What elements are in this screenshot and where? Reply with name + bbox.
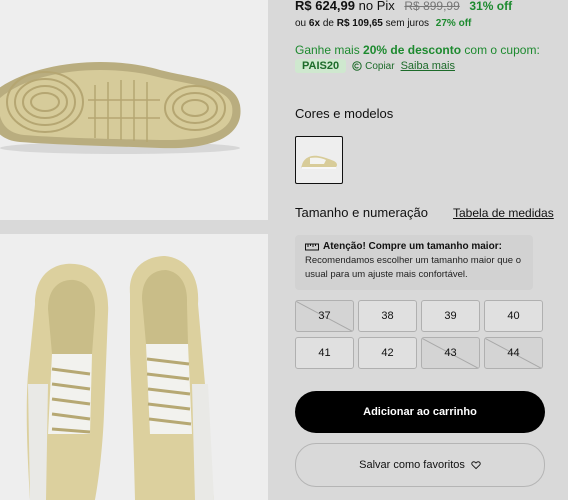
old-price: R$ 899,99 — [404, 0, 460, 13]
size-label: 44 — [507, 347, 520, 359]
size-label: 38 — [381, 310, 394, 322]
size-label: 43 — [444, 347, 457, 359]
size-option-38[interactable]: 38 — [358, 300, 417, 332]
installments-prefix: ou — [295, 18, 307, 29]
size-label: 39 — [444, 310, 457, 322]
installments-count: 6x — [308, 18, 321, 29]
notice-body: Recomendamos escolher um tamanho maior q… — [305, 254, 527, 282]
current-price: R$ 624,99 — [295, 0, 355, 13]
product-gallery — [0, 0, 268, 500]
sneaker-sole-image — [0, 0, 268, 220]
size-grid: 37 38 39 40 41 42 43 44 — [295, 300, 545, 369]
size-notice: Atenção! Compre um tamanho maior: Recome… — [295, 235, 533, 290]
notice-title: Atenção! Compre um tamanho maior: — [323, 241, 502, 252]
sneaker-thumbnail — [301, 155, 337, 169]
copy-coupon-button[interactable]: Copiar — [352, 60, 395, 72]
size-chart-link[interactable]: Tabela de medidas — [453, 206, 554, 220]
size-label: 41 — [318, 347, 331, 359]
notice-line-1: Recomendamos escolher um tamanho maior q… — [305, 255, 521, 266]
product-image-top-view[interactable] — [0, 234, 268, 500]
coupon-row: PAIS20 Copiar Saiba mais — [295, 59, 455, 73]
size-label: 42 — [381, 347, 394, 359]
color-swatch-selected[interactable] — [295, 136, 343, 184]
sneaker-pair-image — [0, 234, 268, 500]
save-favorite-label: Salvar como favoritos — [359, 459, 465, 471]
installments-middle: de — [322, 18, 334, 29]
copy-icon — [352, 61, 362, 71]
promo-highlight: 20% de desconto — [363, 43, 462, 57]
promo-text-after: com o cupom: — [464, 43, 540, 57]
size-option-42[interactable]: 42 — [358, 337, 417, 369]
installments-discount: 27% off — [435, 18, 472, 29]
size-option-37[interactable]: 37 — [295, 300, 354, 332]
copy-label: Copiar — [365, 60, 395, 72]
price-row: R$ 624,99 no Pix R$ 899,99 31% off — [295, 0, 512, 13]
size-option-40[interactable]: 40 — [484, 300, 543, 332]
size-option-41[interactable]: 41 — [295, 337, 354, 369]
size-section-title: Tamanho e numeração — [295, 205, 428, 220]
size-label: 40 — [507, 310, 520, 322]
product-details-panel: R$ 624,99 no Pix R$ 899,99 31% off ou 6x… — [283, 0, 568, 500]
notice-line-2: usual para um ajuste mais confortável. — [305, 269, 468, 280]
heart-icon — [471, 461, 481, 470]
promo-text: Ganhe mais 20% de desconto com o cupom: — [295, 43, 540, 57]
discount-badge: 31% off — [469, 0, 513, 13]
learn-more-link[interactable]: Saiba mais — [401, 60, 455, 72]
installments-suffix: sem juros — [385, 18, 430, 29]
save-favorite-button[interactable]: Salvar como favoritos — [295, 443, 545, 487]
size-option-43[interactable]: 43 — [421, 337, 480, 369]
coupon-code: PAIS20 — [295, 59, 347, 73]
installments-info: ou 6x de R$ 109,65 sem juros 27% off — [295, 18, 471, 29]
product-image-sole[interactable] — [0, 0, 268, 220]
colors-section-title: Cores e modelos — [295, 106, 394, 121]
size-option-44[interactable]: 44 — [484, 337, 543, 369]
size-option-39[interactable]: 39 — [421, 300, 480, 332]
ruler-icon — [305, 243, 319, 250]
installments-value: R$ 109,65 — [336, 18, 383, 29]
gallery-divider — [0, 220, 268, 234]
notice-header: Atenção! Compre um tamanho maior: — [305, 241, 527, 252]
size-label: 37 — [318, 310, 331, 322]
payment-method: no Pix — [358, 0, 395, 13]
promo-text-before: Ganhe mais — [295, 43, 360, 57]
add-to-cart-button[interactable]: Adicionar ao carrinho — [295, 391, 545, 433]
